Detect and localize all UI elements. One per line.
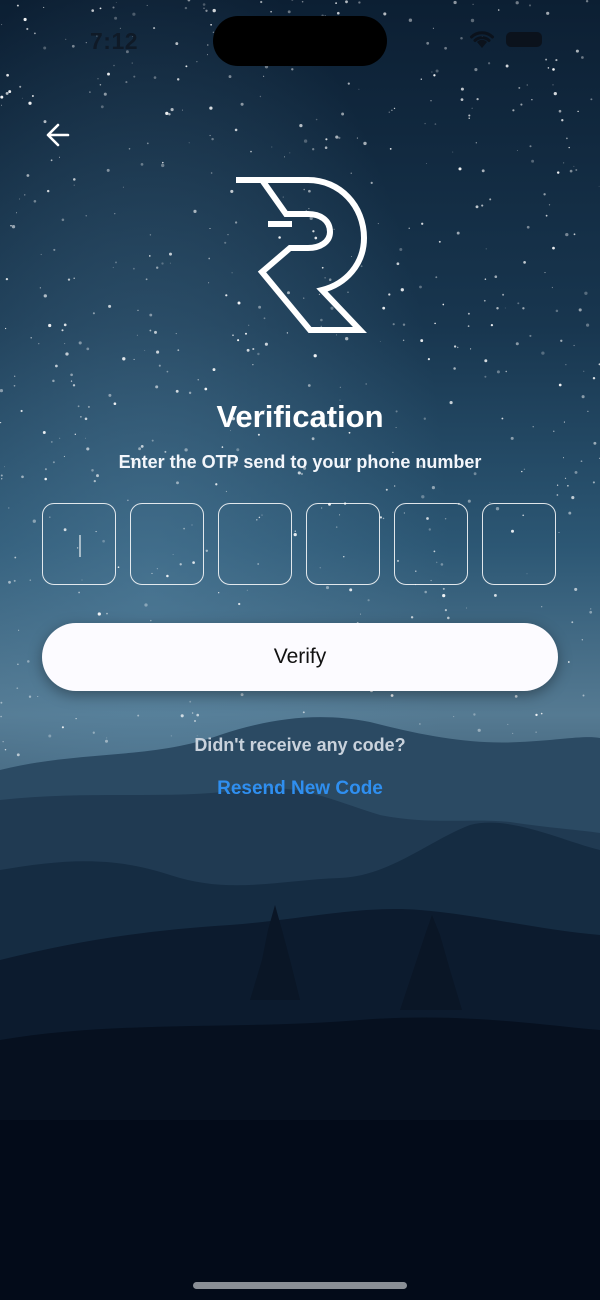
otp-input-group [42, 503, 558, 587]
dynamic-island [213, 16, 387, 66]
status-bar: 7:12 [0, 0, 600, 82]
battery-icon [506, 32, 542, 47]
verify-button[interactable]: Verify [42, 623, 558, 691]
r-logo [236, 177, 368, 333]
otp-digit-6[interactable] [482, 503, 556, 585]
text-cursor [79, 535, 81, 557]
arrow-left-icon [46, 123, 70, 147]
otp-digit-2[interactable] [130, 503, 204, 585]
home-indicator [193, 1282, 407, 1289]
otp-digit-3[interactable] [218, 503, 292, 585]
back-button[interactable] [40, 116, 78, 154]
page-subtitle: Enter the OTP send to your phone number [118, 452, 482, 472]
page-title: Verification [216, 399, 384, 434]
status-time: 7:12 [90, 28, 139, 54]
otp-digit-5[interactable] [394, 503, 468, 585]
otp-digit-4[interactable] [306, 503, 380, 585]
resend-code-link[interactable]: Resend New Code [0, 778, 600, 800]
no-code-text: Didn't receive any code? [194, 735, 406, 755]
wifi-icon [470, 31, 494, 48]
